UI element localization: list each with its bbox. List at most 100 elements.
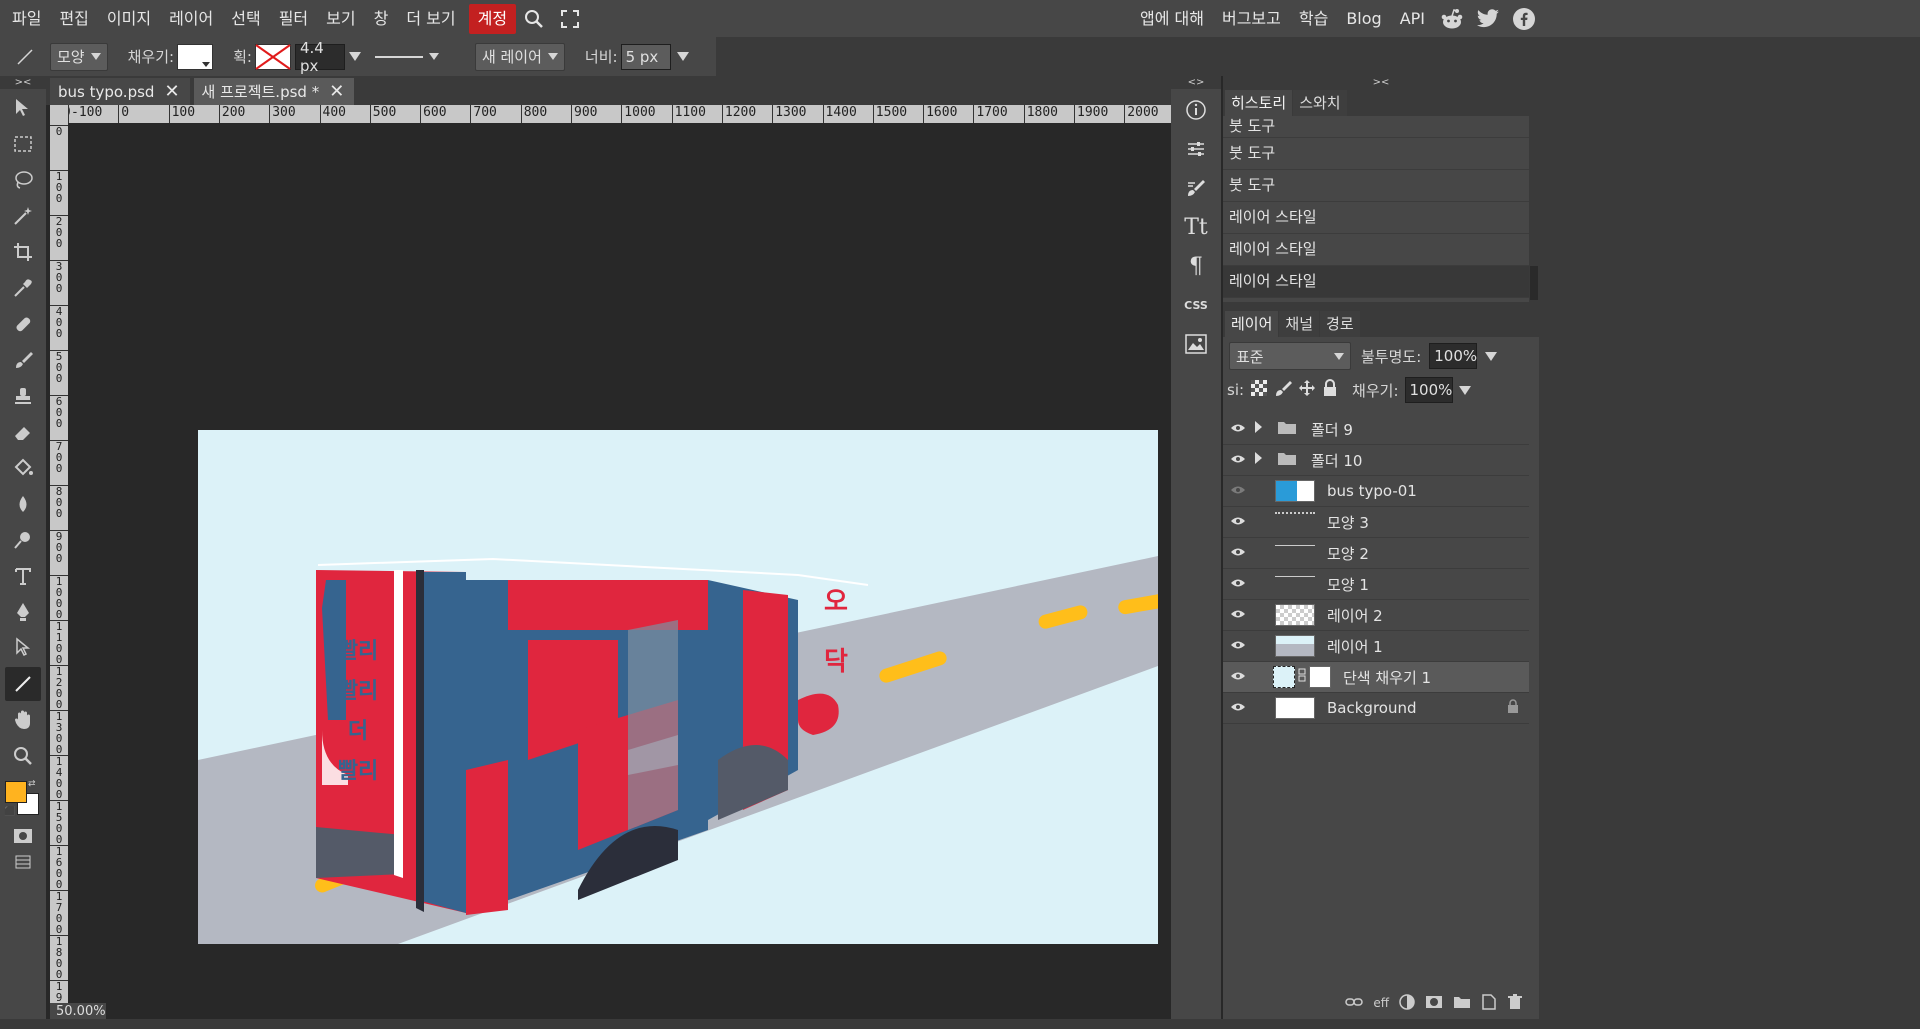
doc-tab-new-project[interactable]: 새 프로젝트.psd * ✕ — [193, 78, 355, 105]
visibility-eye-icon[interactable] — [1223, 701, 1253, 716]
menu-view[interactable]: 보기 — [317, 4, 364, 34]
visibility-eye-icon[interactable] — [1223, 453, 1253, 468]
menu-api[interactable]: API — [1391, 4, 1434, 34]
canvas[interactable]: 빨리 빨리 더 빨리 오 닥 — [198, 430, 1158, 944]
character-icon[interactable]: Tt — [1176, 209, 1216, 245]
tab-layers[interactable]: 레이어 — [1225, 311, 1279, 337]
visibility-eye-icon[interactable] — [1223, 608, 1253, 623]
width-arrow-icon[interactable] — [676, 52, 689, 61]
menu-select[interactable]: 선택 — [222, 4, 269, 34]
layer-row-selected[interactable]: 단색 채우기 1 — [1223, 662, 1529, 693]
new-layer-icon[interactable] — [1481, 993, 1497, 1013]
reddit-icon[interactable] — [1434, 4, 1470, 34]
blur-tool-icon[interactable] — [5, 487, 41, 521]
facebook-icon[interactable] — [1506, 4, 1542, 34]
layer-row[interactable]: 모양 1 — [1223, 569, 1529, 600]
layer-row[interactable]: 폴더 9 — [1223, 414, 1529, 445]
foreground-color-swatch[interactable] — [5, 781, 27, 803]
zoom-tool-icon[interactable] — [5, 739, 41, 773]
healing-brush-tool-icon[interactable] — [5, 307, 41, 341]
toolbar-collapse-handle[interactable]: >< — [0, 76, 46, 89]
history-item[interactable]: 레이어 스타일 — [1223, 202, 1529, 234]
dodge-tool-icon[interactable] — [5, 523, 41, 557]
history-item[interactable]: 레이어 스타일 — [1223, 234, 1529, 266]
brush-tool-icon[interactable] — [5, 343, 41, 377]
menu-file[interactable]: 파일 — [3, 4, 50, 34]
adjustments-icon[interactable] — [1176, 131, 1216, 167]
menu-account[interactable]: 계정 — [468, 3, 517, 34]
fill-arrow-icon[interactable] — [1458, 385, 1471, 395]
lock-position-icon[interactable] — [1298, 379, 1316, 401]
close-icon[interactable]: ✕ — [164, 81, 179, 102]
visibility-eye-icon[interactable] — [1223, 577, 1253, 592]
quick-mask-icon[interactable] — [5, 823, 41, 849]
adjustment-layer-icon[interactable] — [1399, 993, 1415, 1013]
tab-paths[interactable]: 경로 — [1320, 311, 1360, 337]
twitter-icon[interactable] — [1470, 4, 1506, 34]
stroke-width-arrow-icon[interactable] — [348, 52, 361, 61]
paint-bucket-tool-icon[interactable] — [5, 451, 41, 485]
layer-row[interactable]: 모양 3 — [1223, 507, 1529, 538]
menu-filter[interactable]: 필터 — [270, 4, 317, 34]
visibility-eye-icon[interactable] — [1223, 670, 1253, 685]
clone-stamp-tool-icon[interactable] — [5, 379, 41, 413]
layer-row[interactable]: 모양 2 — [1223, 538, 1529, 569]
menu-more[interactable]: 더 보기 — [397, 4, 464, 34]
visibility-eye-icon[interactable] — [1223, 639, 1253, 654]
layer-row[interactable]: 레이어 1 — [1223, 631, 1529, 662]
visibility-eye-icon[interactable] — [1223, 422, 1253, 437]
fullscreen-icon[interactable] — [552, 4, 588, 34]
lock-transparency-icon[interactable] — [1250, 379, 1268, 401]
history-scrollbar[interactable] — [1529, 116, 1539, 302]
layer-effects-button[interactable]: eff — [1373, 996, 1389, 1010]
layer-row[interactable]: 레이어 2 — [1223, 600, 1529, 631]
pen-tool-icon[interactable] — [5, 595, 41, 629]
layer-row[interactable]: Background — [1223, 693, 1529, 724]
expand-arrow-icon[interactable] — [1253, 451, 1269, 469]
history-item[interactable]: 붓 도구 — [1223, 116, 1529, 138]
image-icon[interactable] — [1176, 326, 1216, 362]
screen-mode-icon[interactable] — [5, 851, 41, 873]
css-icon[interactable]: CSS — [1176, 287, 1216, 323]
menu-learn[interactable]: 학습 — [1290, 4, 1337, 34]
brush-settings-icon[interactable] — [1176, 170, 1216, 206]
info-icon[interactable] — [1176, 92, 1216, 128]
layer-row[interactable]: bus typo-01 — [1223, 476, 1529, 507]
type-tool-icon[interactable] — [5, 559, 41, 593]
blend-mode-dropdown[interactable]: 표준 — [1229, 342, 1351, 370]
menu-window[interactable]: 창 — [365, 4, 398, 34]
tab-history[interactable]: 히스토리 — [1225, 90, 1293, 116]
move-tool-icon[interactable] — [5, 91, 41, 125]
stroke-width-field[interactable]: 4.4 px — [294, 39, 345, 75]
menu-blog[interactable]: Blog — [1337, 4, 1390, 34]
menu-about[interactable]: 앱에 대해 — [1131, 4, 1213, 34]
swap-colors-icon[interactable]: ⇄ — [28, 779, 36, 789]
visibility-eye-icon[interactable] — [1223, 546, 1253, 561]
color-swatches[interactable]: ⇄ ⬛ — [0, 777, 46, 821]
hand-tool-icon[interactable] — [5, 703, 41, 737]
marquee-tool-icon[interactable] — [5, 127, 41, 161]
link-layers-icon[interactable] — [1345, 996, 1364, 1011]
stroke-style-dropdown[interactable] — [374, 53, 439, 60]
icon-column-collapse-handle[interactable]: <> — [1171, 76, 1221, 89]
new-layer-dropdown[interactable]: 새 레이어 — [474, 42, 565, 71]
magic-wand-tool-icon[interactable] — [5, 199, 41, 233]
shape-mode-dropdown[interactable]: 모양 — [50, 42, 108, 71]
visibility-eye-icon[interactable] — [1223, 484, 1253, 499]
eraser-tool-icon[interactable] — [5, 415, 41, 449]
expand-arrow-icon[interactable] — [1253, 420, 1269, 438]
paragraph-icon[interactable]: ¶ — [1176, 248, 1216, 284]
fill-swatch[interactable] — [177, 43, 214, 70]
opacity-arrow-icon[interactable] — [1485, 351, 1498, 361]
doc-tab-bus-typo[interactable]: bus typo.psd ✕ — [50, 78, 190, 105]
menu-edit[interactable]: 편집 — [50, 4, 97, 34]
menu-report-bug[interactable]: 버그보고 — [1213, 4, 1290, 34]
width-field[interactable]: 5 px — [620, 43, 671, 70]
close-icon[interactable]: ✕ — [329, 81, 344, 102]
path-select-tool-icon[interactable] — [5, 631, 41, 665]
line-tool-icon[interactable] — [5, 667, 41, 701]
tab-swatches[interactable]: 스와치 — [1293, 90, 1347, 116]
history-item-current[interactable]: 레이어 스타일 — [1223, 266, 1529, 298]
lock-pixels-icon[interactable] — [1274, 379, 1293, 401]
search-icon[interactable] — [516, 4, 552, 34]
